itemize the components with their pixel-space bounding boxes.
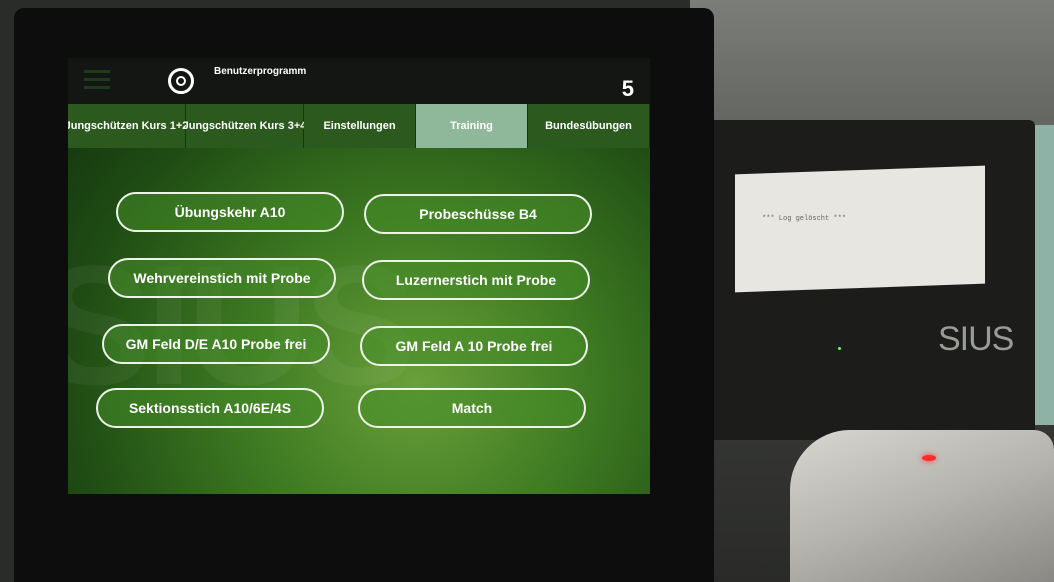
tab-bundesuebungen[interactable]: Bundesübungen (528, 104, 650, 148)
target-icon[interactable] (168, 68, 194, 94)
program-button-gm-feld-de[interactable]: GM Feld D/E A10 Probe frei (102, 324, 330, 364)
tab-bar: Jungschützen Kurs 1+2 Jungschützen Kurs … (68, 104, 650, 148)
program-button-wehrvereinstich[interactable]: Wehrvereinstich mit Probe (108, 258, 336, 298)
tab-jungschuetzen-kurs-1-2[interactable]: Jungschützen Kurs 1+2 (68, 104, 188, 148)
program-button-uebungskehr[interactable]: Übungskehr A10 (116, 192, 344, 232)
paper-log-text: *** Log gelöscht *** (762, 215, 847, 223)
printer-status-led (838, 347, 841, 350)
program-button-match[interactable]: Match (358, 388, 586, 428)
hamburger-menu-icon[interactable] (84, 70, 110, 90)
app-title: Benutzerprogramm (214, 66, 307, 77)
top-bar: Benutzerprogramm 5 (68, 58, 650, 104)
printer-paper (735, 165, 985, 293)
lane-counter: 5 (621, 76, 634, 101)
touch-screen: SIUS Benutzerprogramm 5 Jungschützen Kur… (68, 58, 650, 494)
program-button-luzernerstich[interactable]: Luzernerstich mit Probe (362, 260, 590, 300)
tab-jungschuetzen-kurs-3-4[interactable]: Jungschützen Kurs 3+4 (183, 104, 306, 148)
tab-einstellungen[interactable]: Einstellungen (304, 104, 416, 148)
program-button-probeschuesse[interactable]: Probeschüsse B4 (364, 194, 592, 234)
printer-brand-label: SIUS (938, 320, 1014, 358)
barcode-scanner (790, 430, 1054, 582)
program-button-gm-feld-a10[interactable]: GM Feld A 10 Probe frei (360, 326, 588, 366)
program-button-sektionsstich[interactable]: Sektionsstich A10/6E/4S (96, 388, 324, 428)
tab-training[interactable]: Training (416, 104, 528, 148)
scanner-red-light (922, 455, 936, 461)
